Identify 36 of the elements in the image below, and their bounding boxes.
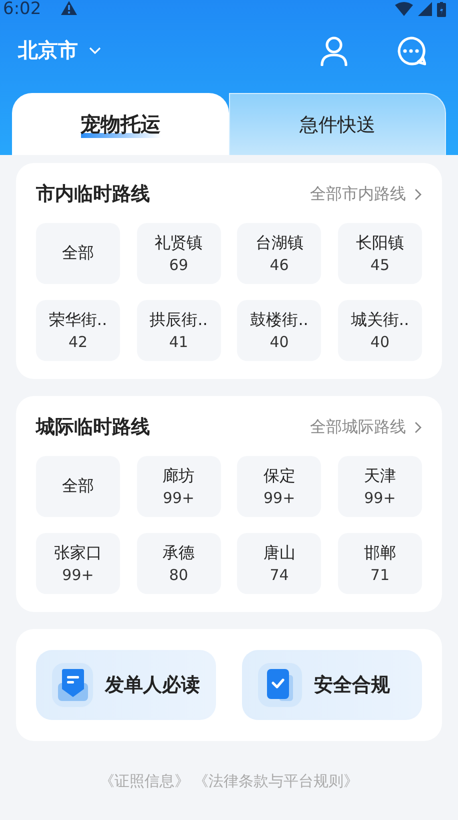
route-item[interactable]: 城关街.. 40 — [338, 300, 422, 361]
view-all-link[interactable]: 全部城际路线 — [310, 416, 422, 438]
route-item[interactable]: 拱辰街.. 41 — [136, 300, 221, 361]
route-item[interactable]: 礼贤镇 69 — [136, 223, 221, 284]
guide-button[interactable]: 安全合规 — [242, 650, 422, 720]
route-item[interactable]: 全部 — [36, 456, 120, 517]
route-item[interactable]: 保定 99+ — [237, 456, 322, 517]
tab[interactable]: 宠物托运 — [12, 93, 229, 155]
chevron-down-icon — [88, 46, 102, 55]
wifi-icon — [395, 2, 413, 16]
user-icon[interactable] — [320, 36, 348, 66]
status-time: 6:02 — [3, 0, 42, 19]
section-title: 市内临时路线 — [36, 182, 150, 207]
checklist-icon — [265, 669, 295, 701]
warning-icon — [60, 0, 78, 16]
route-item[interactable]: 鼓楼街.. 40 — [237, 300, 322, 361]
battery-icon — [437, 2, 446, 16]
document-icon — [58, 669, 88, 701]
route-item[interactable]: 唐山 74 — [237, 533, 322, 594]
chevron-right-icon — [414, 420, 422, 434]
tab[interactable]: 急件快送 — [229, 93, 446, 155]
chat-icon[interactable] — [396, 36, 426, 66]
route-item[interactable]: 邯郸 71 — [338, 533, 422, 594]
route-item[interactable]: 天津 99+ — [338, 456, 422, 517]
route-item[interactable]: 全部 — [36, 223, 120, 284]
route-item[interactable]: 长阳镇 45 — [338, 223, 422, 284]
section-title: 城际临时路线 — [36, 415, 150, 440]
guide-button[interactable]: 发单人必读 — [36, 650, 216, 720]
route-item[interactable]: 承德 80 — [136, 533, 221, 594]
route-item[interactable]: 台湖镇 46 — [237, 223, 322, 284]
view-all-link[interactable]: 全部市内路线 — [310, 184, 422, 204]
route-item[interactable]: 廊坊 99+ — [136, 456, 221, 517]
signal-icon — [418, 2, 432, 16]
route-item[interactable]: 荣华街.. 42 — [36, 300, 120, 361]
chevron-right-icon — [414, 188, 422, 200]
route-item[interactable]: 张家口 99+ — [36, 533, 120, 594]
